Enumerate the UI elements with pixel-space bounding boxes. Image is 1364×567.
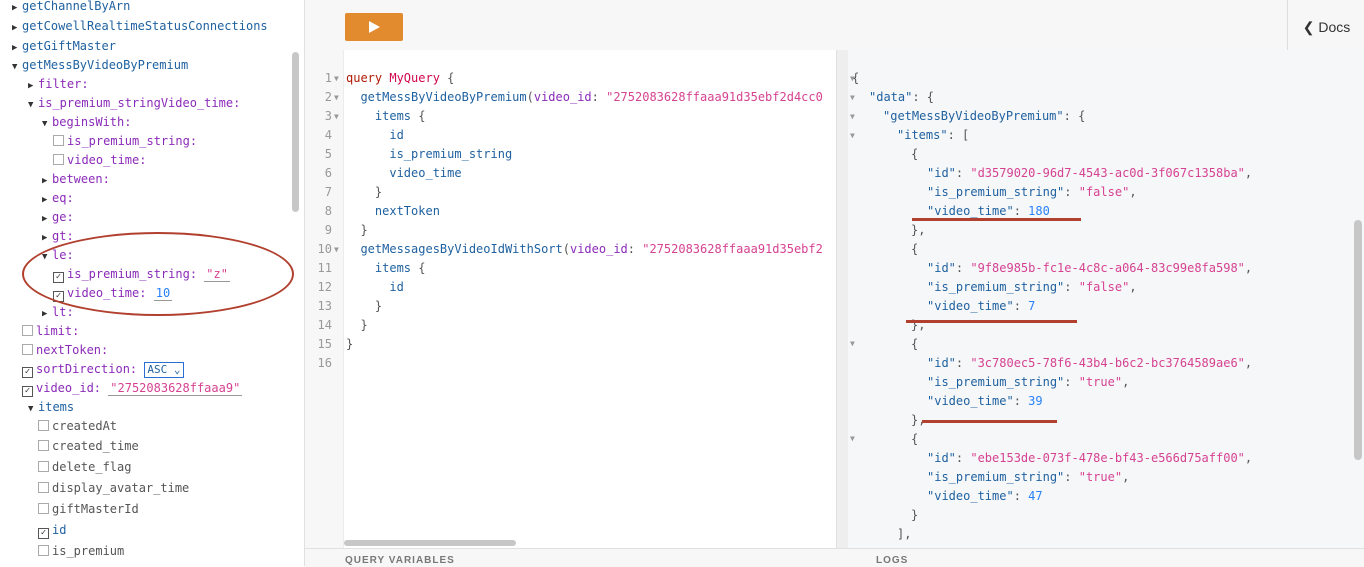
code-line: items { xyxy=(374,109,426,123)
explorer-arg-sortdirection[interactable]: ✓ sortDirection: ASC ⌄ xyxy=(22,359,184,379)
code-line: query MyQuery { xyxy=(346,71,455,85)
explorer-item-getchannelbyarn[interactable]: ▶ getChannelByArn xyxy=(12,0,130,16)
code-line: is_premium_string xyxy=(389,147,513,161)
result-record-id: "id": "ebe153de-073f-478e-bf43-e566d75af… xyxy=(927,451,1253,465)
fold-arrow-icon: ▼ xyxy=(334,112,339,121)
query-variables-bar[interactable]: QUERY VARIABLES xyxy=(305,548,836,567)
checkbox[interactable] xyxy=(22,344,33,355)
explorer-scrollbar[interactable] xyxy=(292,52,299,212)
sort-direction-select[interactable]: ASC ⌄ xyxy=(144,362,184,378)
fold-arrow-icon: ▼ xyxy=(334,74,339,83)
explorer-arg-ge[interactable]: ▶ ge: xyxy=(42,207,74,227)
explorer-arg-is-premium-stringvideo-time[interactable]: ▼ is_premium_stringVideo_time: xyxy=(28,93,240,113)
code-line: } xyxy=(374,185,383,199)
explorer-arg-bw-video-time[interactable]: video_time: xyxy=(53,150,146,170)
code-line: items { xyxy=(374,261,426,275)
checkbox-checked[interactable]: ✓ xyxy=(22,386,33,397)
code-line: } xyxy=(346,337,354,351)
checkbox[interactable] xyxy=(38,482,49,493)
triangle-right-icon: ▶ xyxy=(12,23,18,33)
explorer-arg-limit[interactable]: limit: xyxy=(22,321,79,341)
explorer-item-getgiftmaster[interactable]: ▶ getGiftMaster xyxy=(12,36,116,56)
explorer-field-items[interactable]: ▼ items xyxy=(28,397,74,417)
logs-bar[interactable]: LOGS xyxy=(836,548,1364,567)
explorer-arg-video-id[interactable]: ✓ video_id: "2752083628ffaaa9" xyxy=(22,378,243,398)
run-button[interactable] xyxy=(345,13,403,41)
explorer-arg-between[interactable]: ▶ between: xyxy=(42,169,110,189)
code-line: id xyxy=(389,280,404,294)
triangle-down-icon: ▼ xyxy=(42,119,48,129)
code-line: nextToken xyxy=(374,204,440,218)
code-line: } xyxy=(360,318,368,332)
red-highlight-ellipse xyxy=(22,232,294,316)
docs-button[interactable]: ❮ Docs xyxy=(1287,0,1364,50)
red-underline-annotation xyxy=(922,420,1057,423)
play-icon xyxy=(369,21,380,33)
value-input[interactable]: "2752083628ffaaa9" xyxy=(108,381,243,396)
checkbox[interactable] xyxy=(38,503,49,514)
checkbox-checked[interactable]: ✓ xyxy=(22,367,33,378)
explorer-arg-eq[interactable]: ▶ eq: xyxy=(42,188,74,208)
explorer-field-display-avatar-time[interactable]: display_avatar_time xyxy=(38,478,189,498)
code-line: } xyxy=(360,223,368,237)
explorer-field-created-time[interactable]: created_time xyxy=(38,436,139,456)
triangle-down-icon: ▼ xyxy=(12,62,18,72)
chevron-left-icon: ❮ xyxy=(1302,19,1315,35)
code-line: getMessByVideoByPremium(video_id: "27520… xyxy=(360,90,823,104)
explorer-panel: ▶ getChannelByArn ▶ getCowellRealtimeStatu… xyxy=(0,0,305,566)
query-variables-label: QUERY VARIABLES xyxy=(345,555,455,566)
query-horizontal-scrollbar[interactable] xyxy=(344,540,516,546)
result-record-id: "id": "3c780ec5-78f6-43b4-b6c2-bc3764589… xyxy=(927,356,1253,370)
explorer-field-id[interactable]: ✓ id xyxy=(38,520,66,540)
code-line: video_time xyxy=(389,166,462,180)
checkbox[interactable] xyxy=(38,461,49,472)
explorer-field-createdat[interactable]: createdAt xyxy=(38,416,117,436)
explorer-field-is-premium[interactable]: is_premium xyxy=(38,541,124,561)
fold-arrow-icon: ▼ xyxy=(334,93,339,102)
checkbox[interactable] xyxy=(38,420,49,431)
triangle-down-icon: ▼ xyxy=(28,100,34,110)
checkbox[interactable] xyxy=(53,135,64,146)
code-line: getMessagesByVideoIdWithSort(video_id: "… xyxy=(360,242,823,256)
result-record-id: "id": "9f8e985b-fc1e-4c8c-a064-83c99e8fa… xyxy=(927,261,1253,275)
toolbar xyxy=(305,0,1364,51)
checkbox[interactable] xyxy=(53,154,64,165)
checkbox[interactable] xyxy=(38,440,49,451)
fold-arrow-icon: ▼ xyxy=(334,245,339,254)
logs-label: LOGS xyxy=(876,555,909,566)
triangle-down-icon: ▼ xyxy=(28,404,34,414)
result-viewer: { "data": { "getMessByVideoByPremium": {… xyxy=(848,50,1364,548)
explorer-item-getmessbyvideobypremium[interactable]: ▼ getMessByVideoByPremium xyxy=(12,55,188,75)
explorer-item-getcowellrealtime[interactable]: ▶ getCowellRealtimeStatusConnections xyxy=(12,16,268,36)
explorer-arg-nexttoken[interactable]: nextToken: xyxy=(22,340,108,360)
explorer-arg-beginswith[interactable]: ▼ beginsWith: xyxy=(42,112,131,132)
checkbox[interactable] xyxy=(38,545,49,556)
query-editor[interactable]: 1 2 3 4 5 6 7 8 9 10 11 12 13 14 15 16 ▼… xyxy=(305,50,836,548)
red-underline-annotation xyxy=(912,218,1081,221)
explorer-arg-bw-is-premium-string[interactable]: is_premium_string: xyxy=(53,131,197,151)
code-line: } xyxy=(374,299,383,313)
checkbox[interactable] xyxy=(22,325,33,336)
result-record-id: "id": "d3579020-96d7-4543-ac0d-3f067c135… xyxy=(927,166,1253,180)
result-scrollbar[interactable] xyxy=(1354,220,1362,460)
explorer-field-giftmasterid[interactable]: giftMasterId xyxy=(38,499,139,519)
explorer-arg-filter[interactable]: ▶ filter: xyxy=(28,74,89,94)
red-underline-annotation xyxy=(906,320,1077,323)
checkbox-checked[interactable]: ✓ xyxy=(38,528,49,539)
line-gutter: 1 2 3 4 5 6 7 8 9 10 11 12 13 14 15 16 ▼… xyxy=(305,50,344,548)
explorer-field-delete-flag[interactable]: delete_flag xyxy=(38,457,131,477)
code-line: id xyxy=(389,128,404,142)
